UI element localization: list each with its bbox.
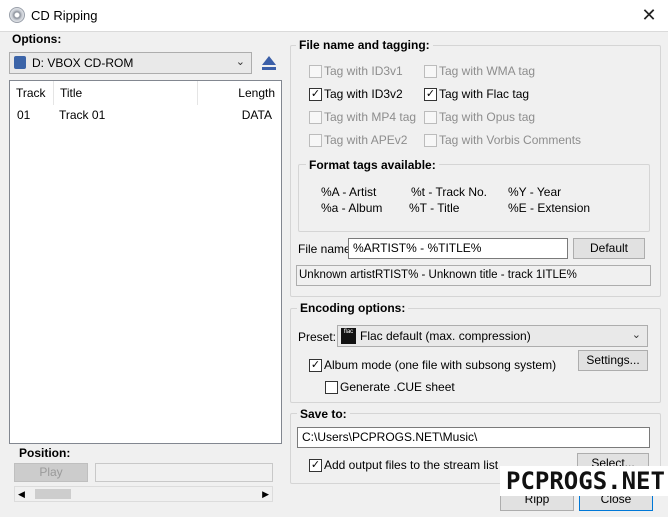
window-title: CD Ripping: [31, 8, 98, 23]
format-tag: %A - Artist: [321, 185, 377, 199]
options-label: Options:: [12, 32, 62, 46]
scroll-right-icon[interactable]: ▶: [262, 487, 269, 501]
scroll-left-icon[interactable]: ◀: [18, 487, 25, 501]
column-header-length[interactable]: Length: [198, 81, 281, 105]
eject-icon[interactable]: [260, 54, 278, 72]
cd-app-icon: [9, 7, 25, 23]
filename-preview: Unknown artistRTIST% - Unknown title - t…: [296, 265, 651, 286]
filename-input[interactable]: %ARTIST% - %TITLE%: [348, 238, 568, 259]
track-number: 01: [17, 108, 31, 122]
close-window-icon[interactable]: ✕: [636, 3, 662, 27]
default-button[interactable]: Default: [573, 238, 645, 259]
position-display: [95, 463, 273, 482]
drive-value: D: VBOX CD-ROM: [32, 56, 134, 70]
format-tag: %E - Extension: [508, 201, 591, 215]
checkmark-icon: ✓: [309, 359, 322, 372]
position-scrollbar[interactable]: ◀ ▶: [14, 486, 273, 502]
watermark-text: PCPROGS.NET: [500, 466, 668, 496]
position-label: Position:: [19, 446, 71, 460]
scroll-thumb[interactable]: [35, 489, 71, 499]
preset-label: Preset:: [298, 330, 337, 344]
title-bar: [0, 0, 668, 32]
checkmark-icon: ✓: [424, 88, 437, 101]
tagging-label: File name and tagging:: [296, 38, 433, 52]
flac-icon: flac: [341, 328, 356, 344]
format-tag: %T - Title: [409, 201, 460, 215]
drive-icon: [14, 56, 26, 69]
track-title: Track 01: [59, 108, 106, 122]
chevron-down-icon: ⌄: [235, 56, 245, 68]
table-row[interactable]: 01 Track 01 DATA: [10, 105, 281, 125]
format-tags-label: Format tags available:: [306, 158, 439, 172]
format-tag: %t - Track No.: [411, 185, 488, 199]
checkmark-icon: ✓: [309, 88, 322, 101]
format-tag: %Y - Year: [508, 185, 562, 199]
preset-select[interactable]: flac Flac default (max. compression) ⌄: [337, 325, 648, 347]
save-label: Save to:: [297, 407, 350, 421]
play-button[interactable]: Play: [14, 463, 88, 482]
chevron-down-icon: ⌄: [631, 329, 641, 341]
track-list[interactable]: Track Title Length 01 Track 01 DATA: [9, 80, 282, 444]
encoding-label: Encoding options:: [297, 301, 409, 315]
filename-label: File name:: [298, 242, 355, 256]
column-header-track[interactable]: Track: [10, 81, 54, 105]
column-header-title[interactable]: Title: [54, 81, 198, 105]
preset-value: Flac default (max. compression): [360, 329, 531, 343]
save-path-input[interactable]: C:\Users\PCPROGS.NET\Music\: [297, 427, 650, 448]
drive-select[interactable]: D: VBOX CD-ROM ⌄: [9, 52, 252, 74]
settings-button[interactable]: Settings...: [578, 350, 648, 371]
checkmark-icon: ✓: [309, 459, 322, 472]
format-tag: %a - Album: [321, 201, 383, 215]
track-length: DATA: [241, 108, 272, 122]
